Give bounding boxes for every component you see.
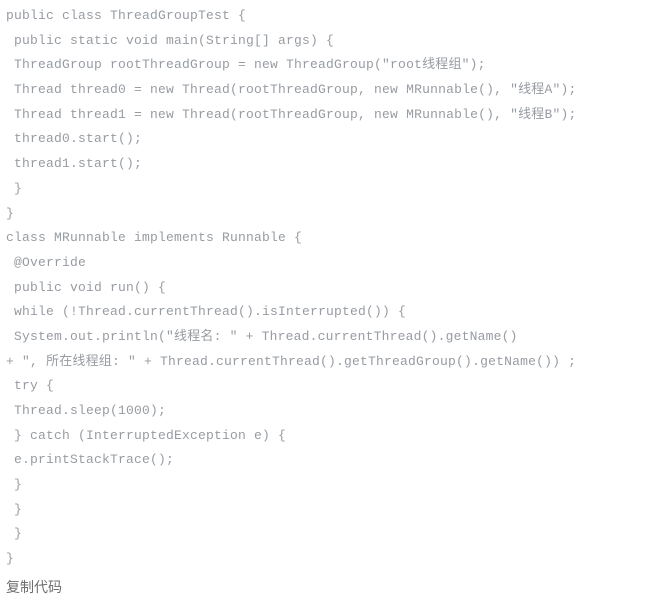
code-line: } [6, 526, 22, 541]
code-line: } catch (InterruptedException e) { [6, 428, 286, 443]
code-line: + ", 所在线程组: " + Thread.currentThread().g… [6, 354, 576, 369]
code-line: while (!Thread.currentThread().isInterru… [6, 304, 406, 319]
code-line: } [6, 551, 14, 566]
code-line: public class ThreadGroupTest { [6, 8, 246, 23]
code-line: thread0.start(); [6, 131, 142, 146]
code-line: public void run() { [6, 280, 166, 295]
code-block: public class ThreadGroupTest { public st… [6, 4, 648, 572]
code-line: try { [6, 378, 54, 393]
code-line: System.out.println("线程名: " + Thread.curr… [6, 329, 518, 344]
code-line: public static void main(String[] args) { [6, 33, 334, 48]
code-line: } [6, 502, 22, 517]
code-line: Thread thread0 = new Thread(rootThreadGr… [6, 82, 577, 97]
copy-code-button[interactable]: 复制代码 [6, 574, 648, 601]
code-line: thread1.start(); [6, 156, 142, 171]
code-line: } [6, 477, 22, 492]
code-line: } [6, 206, 14, 221]
code-line: @Override [6, 255, 86, 270]
code-line: Thread.sleep(1000); [6, 403, 166, 418]
code-line: Thread thread1 = new Thread(rootThreadGr… [6, 107, 577, 122]
code-line: ThreadGroup rootThreadGroup = new Thread… [6, 57, 486, 72]
code-line: e.printStackTrace(); [6, 452, 174, 467]
code-line: } [6, 181, 22, 196]
code-line: class MRunnable implements Runnable { [6, 230, 302, 245]
